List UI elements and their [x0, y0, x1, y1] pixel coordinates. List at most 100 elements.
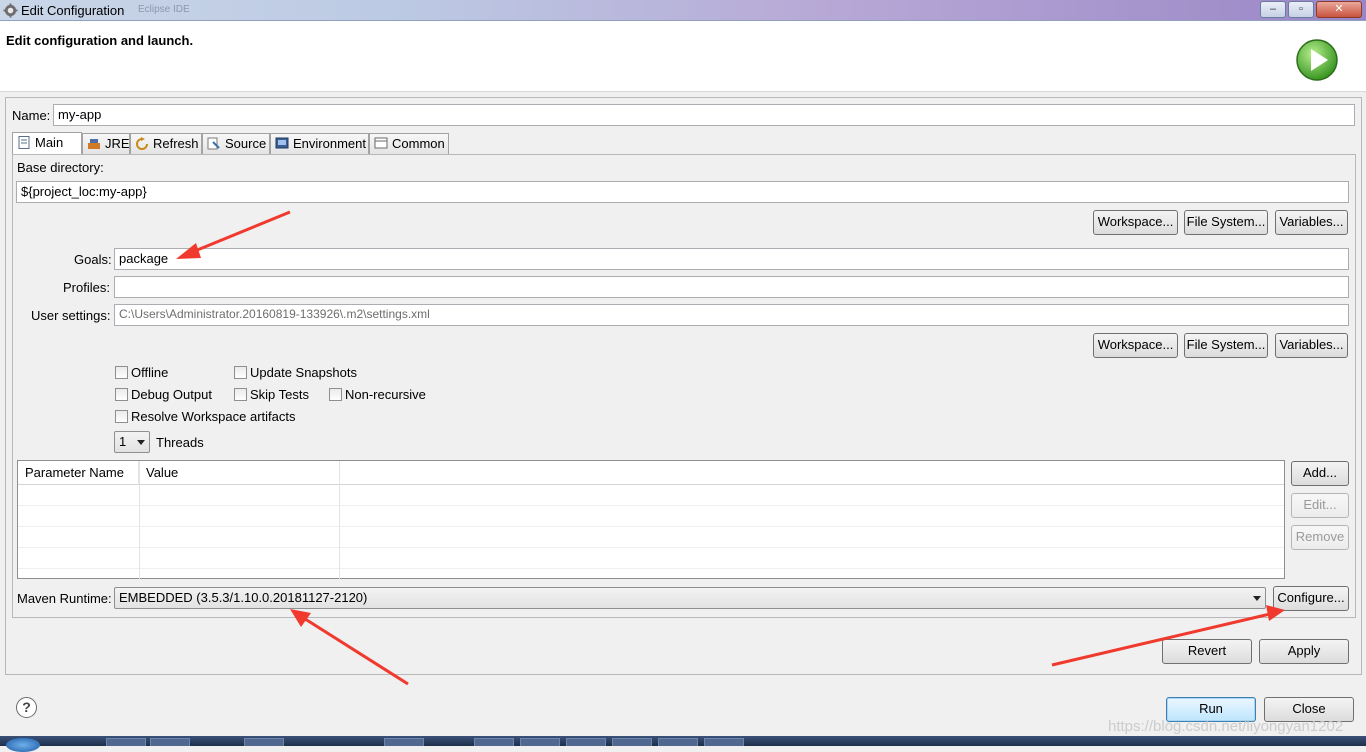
- apply-button[interactable]: Apply: [1259, 639, 1349, 664]
- table-row[interactable]: [18, 506, 1284, 527]
- taskbar-item[interactable]: [384, 738, 424, 746]
- skip-tests-checkbox[interactable]: Skip Tests: [234, 387, 309, 403]
- offline-label: Offline: [131, 365, 169, 380]
- edit-parameter-button[interactable]: Edit...: [1291, 493, 1349, 518]
- column-header-value[interactable]: Value: [139, 461, 340, 485]
- non-recursive-checkbox-box[interactable]: [329, 388, 342, 401]
- jre-icon: [88, 139, 100, 149]
- taskbar-item[interactable]: [566, 738, 606, 746]
- dialog-heading: Edit configuration and launch.: [6, 33, 194, 48]
- dialog-banner: Edit configuration and launch.: [0, 21, 1366, 92]
- taskbar-item[interactable]: [150, 738, 190, 746]
- threads-value: 1: [119, 434, 127, 449]
- name-field[interactable]: my-app: [53, 104, 1355, 126]
- help-icon[interactable]: ?: [16, 697, 37, 718]
- resolve-workspace-checkbox[interactable]: Resolve Workspace artifacts: [115, 409, 296, 425]
- update-snapshots-checkbox[interactable]: Update Snapshots: [234, 365, 357, 381]
- offline-checkbox[interactable]: Offline: [115, 365, 168, 381]
- maven-runtime-value: EMBEDDED (3.5.3/1.10.0.20181127-2120): [119, 590, 368, 605]
- threads-label: Threads: [156, 435, 204, 450]
- environment-icon: [275, 137, 289, 149]
- base-directory-label: Base directory:: [17, 160, 104, 175]
- name-label: Name:: [12, 108, 51, 123]
- os-taskbar: [0, 736, 1366, 752]
- maven-runtime-label: Maven Runtime:: [17, 591, 112, 606]
- tab-common[interactable]: Common: [369, 133, 449, 154]
- skip-tests-label: Skip Tests: [250, 387, 310, 402]
- non-recursive-label: Non-recursive: [345, 387, 426, 402]
- taskbar-item[interactable]: [474, 738, 514, 746]
- start-button[interactable]: [6, 738, 40, 752]
- remove-parameter-button[interactable]: Remove: [1291, 525, 1349, 550]
- tab-source[interactable]: Source: [202, 133, 270, 154]
- base-directory-field[interactable]: ${project_loc:my-app}: [16, 181, 1349, 203]
- workspace-button-2[interactable]: Workspace...: [1093, 333, 1178, 358]
- tab-jre[interactable]: JRE: [82, 133, 130, 154]
- skip-tests-checkbox-box[interactable]: [234, 388, 247, 401]
- variables-button-2[interactable]: Variables...: [1275, 333, 1348, 358]
- resolve-workspace-checkbox-box[interactable]: [115, 410, 128, 423]
- revert-button[interactable]: Revert: [1162, 639, 1252, 664]
- threads-select[interactable]: 1: [114, 431, 150, 453]
- window-subtitle: Eclipse IDE: [138, 4, 190, 15]
- workspace-button[interactable]: Workspace...: [1093, 210, 1178, 235]
- page-icon: [18, 136, 30, 149]
- taskbar-item[interactable]: [612, 738, 652, 746]
- maven-runtime-select[interactable]: EMBEDDED (3.5.3/1.10.0.20181127-2120): [114, 587, 1266, 609]
- tab-refresh[interactable]: Refresh: [130, 133, 202, 154]
- debug-output-checkbox[interactable]: Debug Output: [115, 387, 212, 403]
- update-snapshots-label: Update Snapshots: [250, 365, 357, 380]
- configure-button[interactable]: Configure...: [1273, 586, 1349, 611]
- tab-jre-label: JRE: [105, 136, 130, 151]
- taskbar-item[interactable]: [704, 738, 744, 746]
- profiles-field[interactable]: [114, 276, 1349, 298]
- parameters-table[interactable]: Parameter Name Value: [17, 460, 1285, 580]
- profiles-label: Profiles:: [63, 280, 110, 295]
- title-bar: Edit Configuration Eclipse IDE – ▫ ✕: [0, 0, 1366, 21]
- tab-refresh-label: Refresh: [153, 136, 199, 151]
- tab-main-label: Main: [35, 135, 64, 150]
- chevron-down-icon: [1253, 596, 1261, 601]
- taskbar-item[interactable]: [658, 738, 698, 746]
- tab-source-label: Source: [225, 136, 267, 151]
- column-header-filler: [340, 461, 1284, 485]
- debug-output-label: Debug Output: [131, 387, 212, 402]
- add-parameter-button[interactable]: Add...: [1291, 461, 1349, 486]
- close-window-button[interactable]: ✕: [1316, 1, 1362, 18]
- offline-checkbox-box[interactable]: [115, 366, 128, 379]
- tab-main[interactable]: Main: [12, 132, 82, 155]
- column-header-parameter-name[interactable]: Parameter Name: [18, 461, 139, 485]
- resolve-workspace-label: Resolve Workspace artifacts: [131, 409, 296, 424]
- common-icon: [374, 137, 388, 149]
- window-title: Edit Configuration: [21, 3, 125, 18]
- column-divider: [339, 461, 340, 580]
- run-launch-icon: [1296, 39, 1338, 81]
- watermark: https://blog.csdn.net/liyongyan1202: [1108, 718, 1344, 735]
- table-row[interactable]: [18, 527, 1284, 548]
- user-settings-label: User settings:: [31, 308, 111, 323]
- settings-gear-icon: [3, 3, 18, 18]
- goals-label: Goals:: [74, 252, 112, 267]
- goals-field[interactable]: package: [114, 248, 1349, 270]
- column-divider: [139, 461, 140, 580]
- minimize-button[interactable]: –: [1260, 1, 1286, 18]
- tab-common-label: Common: [392, 136, 445, 151]
- table-row[interactable]: [18, 548, 1284, 569]
- file-system-button[interactable]: File System...: [1184, 210, 1268, 235]
- file-system-button-2[interactable]: File System...: [1184, 333, 1268, 358]
- taskbar-item[interactable]: [244, 738, 284, 746]
- taskbar-item[interactable]: [106, 738, 146, 746]
- table-row[interactable]: [18, 485, 1284, 506]
- non-recursive-checkbox[interactable]: Non-recursive: [329, 387, 426, 403]
- chevron-down-icon: [137, 440, 145, 445]
- taskbar-item[interactable]: [520, 738, 560, 746]
- update-snapshots-checkbox-box[interactable]: [234, 366, 247, 379]
- maximize-button[interactable]: ▫: [1288, 1, 1314, 18]
- tab-environment-label: Environment: [293, 136, 366, 151]
- user-settings-field[interactable]: C:\Users\Administrator.20160819-133926\.…: [114, 304, 1349, 326]
- variables-button[interactable]: Variables...: [1275, 210, 1348, 235]
- source-icon: [207, 137, 220, 150]
- tab-environment[interactable]: Environment: [270, 133, 369, 154]
- refresh-icon: [136, 137, 148, 150]
- debug-output-checkbox-box[interactable]: [115, 388, 128, 401]
